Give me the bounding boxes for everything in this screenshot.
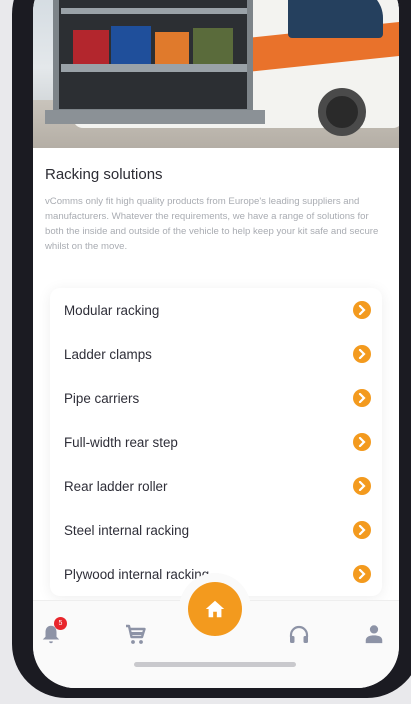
chevron-right-icon — [353, 565, 371, 583]
menu-item-label: Modular racking — [64, 302, 160, 318]
notifications-button[interactable]: 5 — [40, 617, 67, 647]
menu-item-label: Rear ladder roller — [64, 478, 168, 494]
cart-button[interactable] — [124, 623, 148, 647]
chevron-right-icon — [353, 521, 371, 539]
racking-menu: Modular racking Ladder clamps Pipe carri… — [50, 288, 382, 596]
menu-item-label: Full-width rear step — [64, 434, 178, 450]
menu-item-pipe-carriers[interactable]: Pipe carriers — [50, 376, 382, 420]
menu-item-modular-racking[interactable]: Modular racking — [50, 288, 382, 332]
app-screen: Racking solutions vComms only fit high q… — [33, 0, 399, 688]
chevron-right-icon — [353, 389, 371, 407]
home-indicator — [134, 662, 296, 667]
hero-van-image — [33, 0, 399, 148]
menu-item-label: Pipe carriers — [64, 390, 140, 406]
notification-badge: 5 — [54, 617, 67, 630]
menu-item-label: Steel internal racking — [64, 522, 190, 538]
chevron-right-icon — [353, 301, 371, 319]
section-title: Racking solutions — [45, 166, 163, 183]
section-description: vComms only fit high quality products fr… — [45, 196, 379, 252]
menu-item-steel-internal-racking[interactable]: Steel internal racking — [50, 508, 382, 552]
chevron-right-icon — [353, 345, 371, 363]
home-button[interactable] — [188, 582, 242, 636]
chevron-right-icon — [353, 433, 371, 451]
cart-icon — [126, 624, 146, 644]
support-button[interactable] — [287, 623, 311, 647]
menu-item-ladder-clamps[interactable]: Ladder clamps — [50, 332, 382, 376]
menu-item-full-width-rear-step[interactable]: Full-width rear step — [50, 420, 382, 464]
menu-item-label: Plywood internal racking — [64, 566, 210, 582]
headset-icon — [289, 625, 309, 643]
chevron-right-icon — [353, 477, 371, 495]
user-icon — [365, 625, 383, 644]
menu-item-label: Ladder clamps — [64, 346, 152, 362]
home-icon — [205, 600, 225, 618]
account-button[interactable] — [363, 623, 387, 647]
menu-item-rear-ladder-roller[interactable]: Rear ladder roller — [50, 464, 382, 508]
